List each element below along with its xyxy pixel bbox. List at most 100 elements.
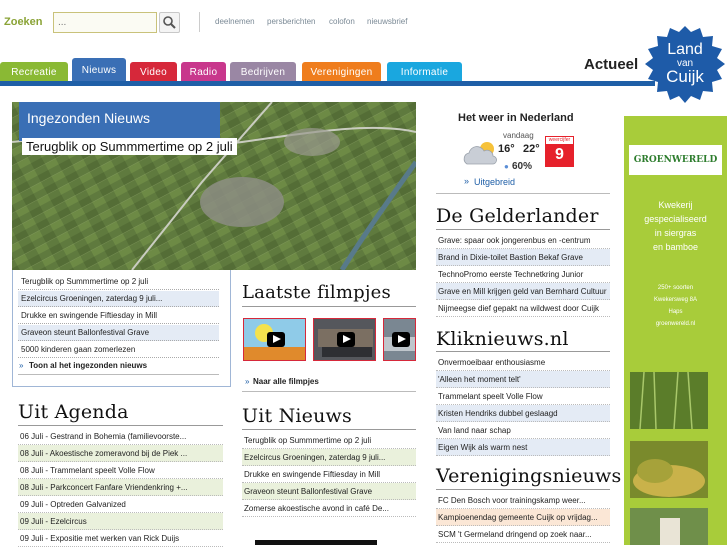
divider	[199, 12, 200, 32]
hero-headline[interactable]: Terugblik op Summmertime op 2 juli	[22, 138, 237, 155]
agenda-title: Uit Agenda	[18, 401, 129, 423]
ad-line: en bamboe	[652, 242, 699, 252]
ad-small-line: groenwereld.nl	[655, 321, 696, 327]
list-item[interactable]: 09 Juli - Ezelcircus	[18, 513, 223, 530]
list-item[interactable]: Kampioenendag gemeente Cuijk op vrijdag.…	[436, 509, 610, 526]
divider	[436, 229, 610, 230]
weather-score: 9	[555, 146, 564, 163]
arrow-icon: »	[245, 377, 250, 386]
list-item[interactable]: 08 Juli - Akoestische zomeravond bij de …	[18, 445, 223, 462]
top-link-persberichten[interactable]: persberichten	[267, 17, 315, 26]
ad-line: Kwekerij	[658, 200, 693, 210]
list-item[interactable]: Brand in Dixie-toilet Bastion Bekaf Grav…	[436, 249, 610, 266]
list-item[interactable]: Grave en Mill krijgen geld van Bernhard …	[436, 283, 610, 300]
list-item[interactable]: Grave: spaar ook jongerenbus en -centrum	[436, 232, 610, 249]
list-item[interactable]: Ezelcircus Groeningen, zaterdag 9 juli..…	[18, 291, 219, 307]
more-ingezonden-link[interactable]: Toon al het ingezonden nieuws	[29, 361, 147, 370]
list-item[interactable]: Graveon steunt Ballonfestival Grave	[18, 325, 219, 341]
list-item[interactable]: TechnoPromo eerste Technetkring Junior	[436, 266, 610, 283]
weather-title: Het weer in Nederland	[458, 112, 574, 124]
video-thumbnail[interactable]	[313, 318, 376, 361]
weather-low-temp: 16°	[498, 143, 515, 155]
tuin-photo	[630, 508, 708, 545]
top-link-colofon[interactable]: colofon	[329, 17, 355, 26]
tab-nieuws[interactable]: Nieuws	[72, 58, 126, 82]
tab-radio[interactable]: Radio	[181, 62, 226, 82]
list-item[interactable]: 09 Juli - Optreden Galvanized	[18, 496, 223, 513]
list-item[interactable]: 5000 kinderen gaan zomerlezen	[18, 342, 219, 358]
divider	[18, 374, 219, 375]
tab-informatie[interactable]: Informatie	[387, 62, 462, 82]
raindrop-icon: ●	[504, 162, 509, 171]
list-item[interactable]: Ezelcircus Groeningen, zaterdag 9 juli..…	[242, 449, 416, 466]
list-item[interactable]: Terugblik op Summmertime op 2 juli	[18, 274, 219, 290]
divider	[436, 351, 610, 352]
ad-small-line: Haps	[668, 309, 683, 315]
weather-day: vandaag	[503, 131, 534, 140]
list-item[interactable]: 09 Juli - Expositie met werken van Rick …	[18, 530, 223, 547]
list-item[interactable]: Zomerse akoestische avond in café De...	[242, 500, 416, 517]
top-bar: Zoeken deelnemen persberichten colofon n…	[0, 0, 727, 45]
divider	[436, 489, 610, 490]
land-van-cuijk-logo[interactable]: Land van Cuijk	[644, 24, 726, 104]
ad-line: in siergras	[654, 228, 697, 238]
gelderlander-title: De Gelderlander	[436, 205, 599, 227]
uitnieuws-title: Uit Nieuws	[242, 405, 352, 427]
divider	[242, 429, 416, 430]
hero-category-badge: Ingezonden Nieuws	[19, 102, 220, 141]
search-label: Zoeken	[4, 16, 43, 28]
list-item[interactable]: 08 Juli - Parkconcert Fanfare Vriendenkr…	[18, 479, 223, 496]
list-item[interactable]: Graveon steunt Ballonfestival Grave	[242, 483, 416, 500]
list-item[interactable]: Van land naar schap	[436, 422, 610, 439]
filmpjes-title: Laatste filmpjes	[242, 282, 391, 303]
video-thumbnail[interactable]	[383, 318, 416, 361]
tab-verenigingen[interactable]: Verenigingen	[302, 62, 381, 82]
weather-rain-chance: 60%	[512, 161, 533, 172]
list-item[interactable]: Terugblik op Summmertime op 2 juli	[242, 432, 416, 449]
ad-brand: GROENWERELD	[633, 155, 718, 165]
weather-score-badge: weercijfer 9	[545, 136, 574, 167]
section-title: Actueel	[584, 56, 639, 73]
list-item[interactable]: Eigen Wijk als warm nest	[436, 439, 610, 456]
tab-bedrijven[interactable]: Bedrijven	[230, 62, 296, 82]
ad-line: gespecialiseerd	[644, 214, 707, 224]
list-item[interactable]: 06 Juli - Gestrand in Bohemia (familievo…	[18, 428, 223, 445]
arrow-icon: »	[464, 176, 470, 186]
top-link-deelnemen[interactable]: deelnemen	[215, 17, 255, 26]
weather-more-link[interactable]: Uitgebreid	[474, 177, 515, 187]
advertisement-groenwereld[interactable]: GROENWERELD Kwekerij gespecialiseerd in …	[624, 116, 727, 545]
list-item[interactable]: 08 Juli - Trammelant speelt Volle Flow	[18, 462, 223, 479]
play-icon	[337, 332, 355, 347]
kliknieuws-title: Kliknieuws.nl	[436, 328, 569, 350]
divider	[18, 425, 223, 426]
arrow-icon: »	[19, 361, 24, 370]
video-thumbnail[interactable]	[243, 318, 306, 361]
list-item[interactable]: FC Den Bosch voor trainingskamp weer...	[436, 492, 610, 509]
top-link-nieuwsbrief[interactable]: nieuwsbrief	[367, 17, 407, 26]
weather-high-temp: 22°	[523, 143, 540, 155]
list-item[interactable]: Trammelant speelt Volle Flow	[436, 388, 610, 405]
list-item[interactable]: SCM 't Germeland dringend op zoek naar..…	[436, 526, 610, 543]
nav-underline	[0, 81, 655, 86]
tab-recreatie[interactable]: Recreatie	[0, 62, 68, 82]
search-input[interactable]	[53, 12, 157, 33]
list-item[interactable]: Onvermoeibaar enthousiasme	[436, 354, 610, 371]
list-item[interactable]: 'Alleen het moment telt'	[436, 371, 610, 388]
ad-small-line: Kwekersweg 8A	[653, 297, 698, 303]
play-icon	[267, 332, 285, 347]
bamboe-photo	[630, 372, 708, 429]
divider	[436, 193, 610, 194]
divider	[242, 306, 416, 307]
list-item[interactable]: Drukke en swingende Fiftiesday in Mill	[18, 308, 219, 324]
ad-small-line: 250+ soorten	[657, 285, 694, 291]
list-item[interactable]: Nijmeegse dief gepakt na wildwest door C…	[436, 300, 610, 317]
tab-video[interactable]: Video	[130, 62, 177, 82]
logo-word-cuijk: Cuijk	[666, 67, 704, 86]
media-player-bar[interactable]	[255, 540, 377, 545]
list-item[interactable]: Kristen Hendriks dubbel geslaagd	[436, 405, 610, 422]
more-filmpjes-link[interactable]: Naar alle filmpjes	[253, 377, 319, 386]
verenigingsnieuws-title: Verenigingsnieuws	[436, 465, 622, 487]
search-button[interactable]	[159, 12, 180, 33]
logo-word-land: Land	[667, 41, 703, 58]
list-item[interactable]: Drukke en swingende Fiftiesday in Mill	[242, 466, 416, 483]
